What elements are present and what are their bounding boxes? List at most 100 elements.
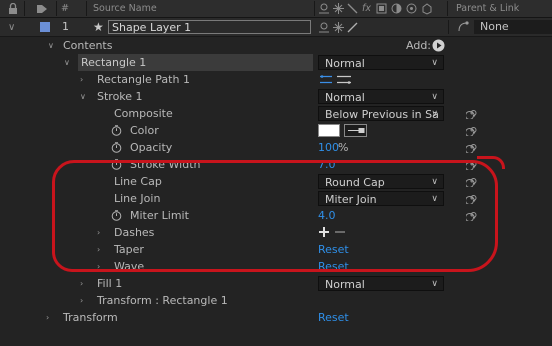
stroke-width-label: Stroke Width — [130, 158, 201, 171]
expression-spiral-icon[interactable] — [466, 141, 478, 153]
add-label: Add: — [406, 39, 432, 52]
stroke-color-swatch[interactable] — [318, 124, 340, 137]
dropdown-arrow-icon: ∨ — [431, 279, 438, 289]
add-dash-button-icon[interactable] — [318, 226, 330, 238]
transform-rectangle-row[interactable]: › Transform : Rectangle 1 — [0, 292, 552, 309]
eyedropper-icon[interactable] — [344, 124, 367, 137]
remove-dash-button-icon[interactable] — [334, 226, 346, 238]
rectangle-path-label[interactable]: Rectangle Path 1 — [97, 71, 190, 88]
miter-limit-label: Miter Limit — [130, 209, 189, 222]
layer-quality-switch-icon[interactable] — [347, 22, 358, 33]
transform-rectangle-label[interactable]: Transform : Rectangle 1 — [97, 292, 228, 309]
stroke-1-chevron-icon[interactable]: ∨ — [80, 88, 86, 105]
rectangle-path-row[interactable]: › Rectangle Path 1 — [0, 71, 552, 88]
opacity-unit: % — [338, 141, 349, 154]
stroke-width-row[interactable]: Stroke Width 7.0 — [0, 156, 552, 173]
parent-pickwhip-icon[interactable] — [457, 21, 469, 33]
layer-name-field[interactable]: Shape Layer 1 — [108, 20, 311, 34]
transform-reset-link[interactable]: Reset — [318, 309, 349, 326]
rectangle-1-row[interactable]: ∨ Rectangle 1 Normal ∨ — [0, 54, 552, 71]
stopwatch-icon[interactable] — [111, 142, 122, 153]
line-cap-dropdown[interactable]: Round Cap ∨ — [318, 174, 444, 189]
rectangle-1-label[interactable]: Rectangle 1 — [81, 54, 146, 71]
color-label: Color — [130, 124, 159, 137]
layer-number: 1 — [62, 20, 69, 33]
fill-1-blend-value: Normal — [325, 278, 365, 291]
parent-dropdown[interactable]: None — [474, 20, 552, 34]
dropdown-arrow-icon: ∨ — [431, 194, 438, 204]
stroke-1-label[interactable]: Stroke 1 — [97, 88, 143, 105]
expression-spiral-icon[interactable] — [466, 192, 478, 204]
miter-limit-row[interactable]: Miter Limit 4.0 — [0, 207, 552, 224]
rectangle-1-chevron-icon[interactable]: ∨ — [64, 54, 70, 71]
layer-label-color-swatch[interactable] — [40, 22, 50, 32]
wave-chevron-icon[interactable]: › — [97, 258, 100, 275]
line-cap-label: Line Cap — [114, 175, 162, 188]
parent-link-column-header[interactable]: Parent & Link — [456, 0, 519, 17]
effects-fx-icon[interactable]: fx — [362, 0, 371, 17]
taper-reset-link[interactable]: Reset — [318, 241, 349, 258]
layer-row[interactable]: ∨ 1 ★ Shape Layer 1 None — [0, 18, 552, 37]
contents-row[interactable]: ∨ Contents Add: — [0, 37, 552, 54]
wave-label: Wave — [114, 260, 145, 273]
dashes-label: Dashes — [114, 226, 155, 239]
taper-chevron-icon[interactable]: › — [97, 241, 100, 258]
composite-row[interactable]: Composite Below Previous in Sa ∨ — [0, 105, 552, 122]
taper-row[interactable]: › Taper Reset — [0, 241, 552, 258]
stopwatch-icon[interactable] — [111, 159, 122, 170]
layer-shy-switch-icon[interactable] — [318, 22, 330, 33]
path-direction-icon[interactable] — [319, 73, 353, 86]
expression-spiral-icon[interactable] — [466, 158, 478, 170]
line-join-value: Miter Join — [325, 193, 377, 206]
dropdown-arrow-icon: ∨ — [431, 177, 438, 187]
miter-limit-value[interactable]: 4.0 — [318, 207, 336, 224]
color-row[interactable]: Color — [0, 122, 552, 139]
stroke-1-blend-dropdown[interactable]: Normal ∨ — [318, 89, 444, 104]
shape-layer-star-icon: ★ — [93, 20, 104, 34]
fill-1-row[interactable]: › Fill 1 Normal ∨ — [0, 275, 552, 292]
contents-chevron-icon[interactable]: ∨ — [48, 37, 54, 54]
rectangle-path-chevron-icon[interactable]: › — [80, 71, 83, 88]
transform-row[interactable]: › Transform Reset — [0, 309, 552, 326]
expression-spiral-icon[interactable] — [466, 209, 478, 221]
stroke-1-blend-value: Normal — [325, 91, 365, 104]
transform-label[interactable]: Transform — [63, 309, 118, 326]
expression-spiral-icon[interactable] — [466, 124, 478, 136]
taper-label: Taper — [114, 243, 144, 256]
layer-collapse-chevron-icon[interactable]: ∨ — [8, 19, 15, 36]
expression-spiral-icon[interactable] — [466, 107, 478, 119]
stopwatch-icon[interactable] — [111, 125, 122, 136]
stopwatch-icon[interactable] — [111, 210, 122, 221]
number-column-header: # — [61, 3, 69, 14]
line-join-row[interactable]: Line Join Miter Join ∨ — [0, 190, 552, 207]
opacity-label: Opacity — [130, 141, 173, 154]
expression-spiral-icon[interactable] — [466, 175, 478, 187]
source-name-column-header[interactable]: Source Name — [93, 0, 157, 17]
dropdown-arrow-icon: ∨ — [431, 58, 438, 68]
line-join-dropdown[interactable]: Miter Join ∨ — [318, 191, 444, 206]
stroke-width-value[interactable]: 7.0 — [318, 156, 336, 173]
composite-label: Composite — [114, 107, 173, 120]
wave-row[interactable]: › Wave Reset — [0, 258, 552, 275]
layer-collapse-switch-icon[interactable] — [333, 22, 344, 33]
dashes-row[interactable]: › Dashes — [0, 224, 552, 241]
opacity-value[interactable]: 100 — [318, 139, 339, 156]
line-cap-row[interactable]: Line Cap Round Cap ∨ — [0, 173, 552, 190]
line-cap-value: Round Cap — [325, 176, 385, 189]
dropdown-arrow-icon: ∨ — [431, 92, 438, 102]
transform-rectangle-chevron-icon[interactable]: › — [80, 292, 83, 309]
composite-dropdown[interactable]: Below Previous in Sa ∨ — [318, 106, 444, 121]
contents-label: Contents — [63, 39, 113, 52]
fill-1-chevron-icon[interactable]: › — [80, 275, 83, 292]
opacity-row[interactable]: Opacity 100 % — [0, 139, 552, 156]
wave-reset-link[interactable]: Reset — [318, 258, 349, 275]
fill-1-blend-dropdown[interactable]: Normal ∨ — [318, 276, 444, 291]
add-content-button-icon[interactable] — [432, 39, 445, 52]
stroke-1-row[interactable]: ∨ Stroke 1 Normal ∨ — [0, 88, 552, 105]
rectangle-1-blend-value: Normal — [325, 57, 365, 70]
dashes-chevron-icon[interactable]: › — [97, 224, 100, 241]
fill-1-label[interactable]: Fill 1 — [97, 275, 122, 292]
rectangle-1-blend-dropdown[interactable]: Normal ∨ — [318, 55, 444, 70]
composite-value: Below Previous in Sa — [325, 108, 439, 121]
transform-chevron-icon[interactable]: › — [46, 309, 49, 326]
